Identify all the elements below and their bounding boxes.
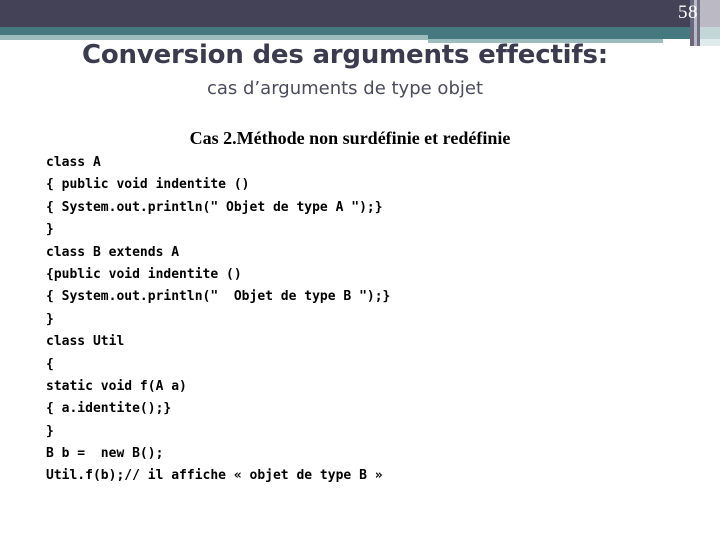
- header-corner-block-low: [700, 39, 720, 46]
- code-line: }: [46, 222, 54, 238]
- header-teal-band-left: [0, 27, 428, 35]
- slide-number: 58: [678, 2, 698, 23]
- code-line: class A: [46, 155, 101, 170]
- code-line: }: [46, 311, 54, 327]
- code-line: {public void indentite (): [46, 266, 242, 282]
- page-title: Conversion des arguments effectifs:: [82, 40, 608, 70]
- code-line: static void f(A a): [46, 378, 187, 394]
- code-line: { a.identite();}: [46, 401, 172, 417]
- code-line: class B extends A: [46, 244, 180, 260]
- code-line: Util.f(b);// il affiche « objet de type …: [46, 468, 383, 484]
- header-teal-band-right: [428, 27, 690, 39]
- code-line: B b = new B();: [46, 446, 164, 462]
- code-line: {: [46, 356, 54, 372]
- code-block: class A { public void indentite () { Syste…: [46, 152, 686, 488]
- header-corner-block-mid: [700, 27, 720, 39]
- section-heading: Cas 2.Méthode non surdéfinie et redéfini…: [189, 128, 511, 148]
- code-line: class Util: [46, 334, 125, 350]
- code-line: { System.out.println(" Objet de type B "…: [46, 289, 391, 305]
- code-line: { public void indentite (): [46, 177, 250, 193]
- code-line: }: [46, 423, 54, 439]
- code-line: { System.out.println(" Objet de type A "…: [46, 199, 383, 215]
- header-dark-band: [0, 0, 720, 27]
- header-corner-block-top: [700, 0, 720, 27]
- page-subtitle: cas d’arguments de type objet: [206, 78, 484, 99]
